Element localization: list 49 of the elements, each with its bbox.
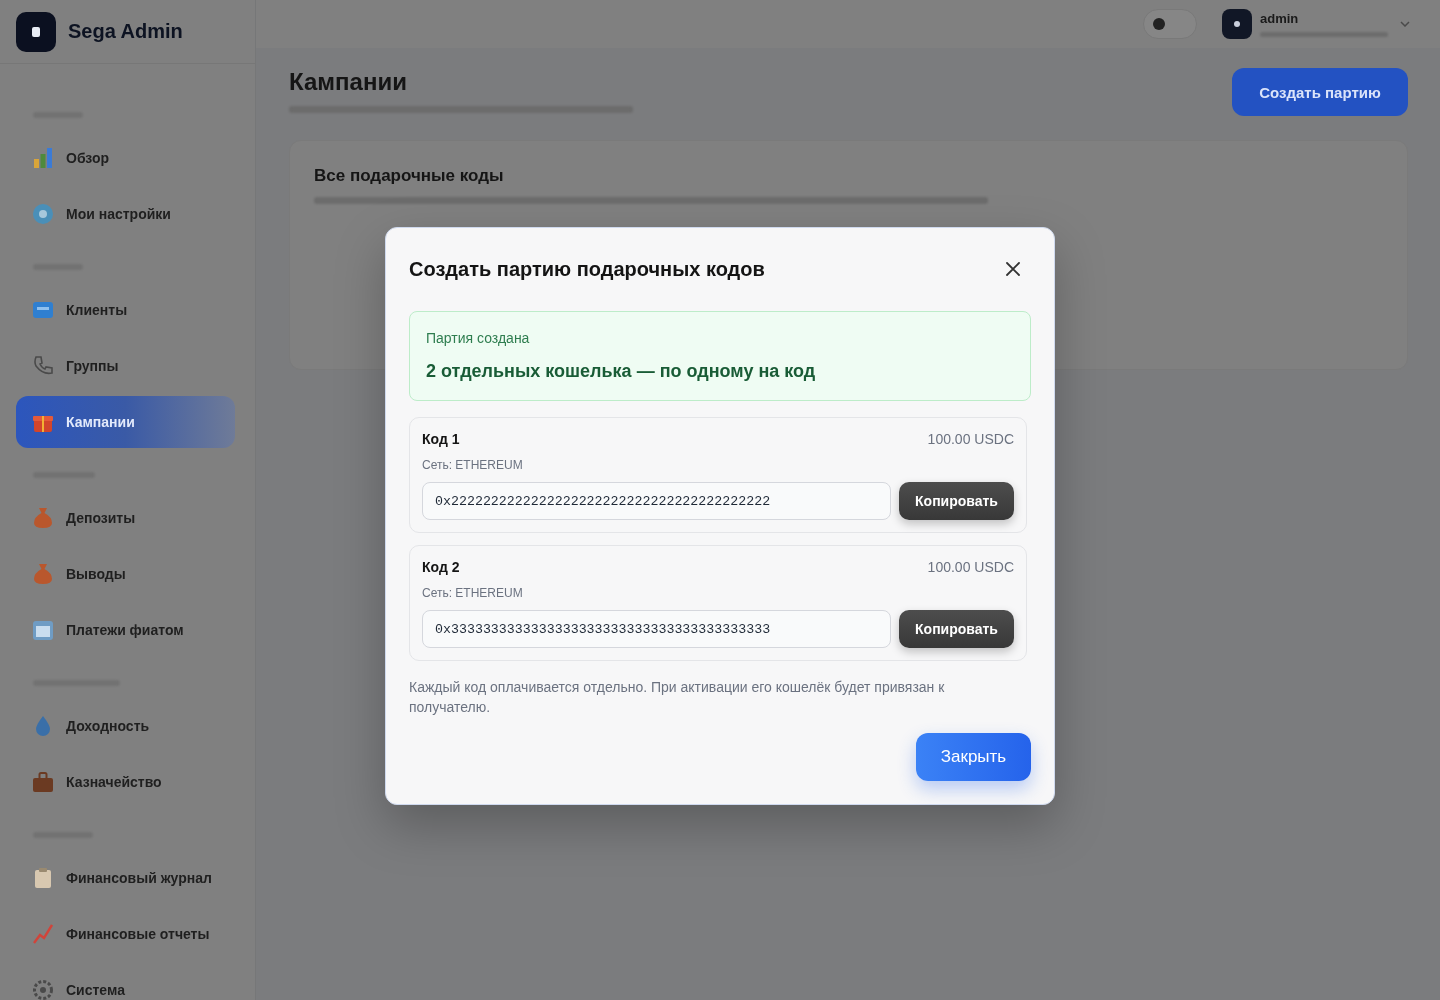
gear-icon xyxy=(33,980,53,1000)
nav-item[interactable]: Казначейство xyxy=(16,756,235,808)
modal-title: Создать партию подарочных кодов xyxy=(409,257,765,281)
nav-item[interactable]: Платежи фиатом xyxy=(16,604,235,656)
nav-item[interactable]: Доходность xyxy=(16,700,235,752)
nav-item[interactable]: Кампании xyxy=(16,396,235,448)
copy-button[interactable]: Копировать xyxy=(899,610,1014,648)
nav-item[interactable]: Клиенты xyxy=(16,284,235,336)
droplet-icon xyxy=(33,716,53,736)
line-chart-icon xyxy=(33,924,53,944)
network-label: Сеть: ETHEREUM xyxy=(422,457,523,473)
card-title: Все подарочные коды xyxy=(314,165,504,187)
gear-icon xyxy=(33,204,53,224)
nav-item[interactable]: Выводы xyxy=(16,548,235,600)
code-title: Код 1 xyxy=(422,430,460,449)
nav-item[interactable]: Обзор xyxy=(16,132,235,184)
briefcase-icon xyxy=(33,772,53,792)
address-field[interactable]: 0x2222222222222222222222222222222222222222 xyxy=(422,482,891,520)
money-bag-icon xyxy=(33,564,53,584)
nav-item[interactable]: Финансовые отчеты xyxy=(16,908,235,960)
nav-item[interactable]: Мои настройки xyxy=(16,188,235,240)
close-modal-button[interactable]: Закрыть xyxy=(916,733,1031,781)
nav-item[interactable]: Группы xyxy=(16,340,235,392)
money-bag-icon xyxy=(33,508,53,528)
success-message: 2 отдельных кошелька — по одному на код xyxy=(426,360,816,383)
nav-item[interactable]: Система xyxy=(16,964,235,1000)
copy-button[interactable]: Копировать xyxy=(899,482,1014,520)
bar-chart-icon xyxy=(33,148,53,168)
nav-item[interactable]: Депозиты xyxy=(16,492,235,544)
phone-icon xyxy=(33,356,53,376)
code-title: Код 2 xyxy=(422,558,460,577)
success-label: Партия создана xyxy=(426,329,530,348)
theme-toggle[interactable] xyxy=(1143,9,1197,39)
address-field[interactable]: 0x3333333333333333333333333333333333333333 xyxy=(422,610,891,648)
nav-item[interactable]: Финансовый журнал xyxy=(16,852,235,904)
clipboard-icon xyxy=(33,868,53,888)
create-batch-button[interactable]: Создать партию xyxy=(1232,68,1408,116)
calendar-icon xyxy=(33,620,53,640)
code-amount: 100.00 USDC xyxy=(927,558,1014,577)
modal-note: Каждый код оплачивается отдельно. При активации его кошелёк будет привязан к получателю. xyxy=(409,678,946,717)
avatar-icon xyxy=(1222,9,1252,39)
page-title: Кампании xyxy=(289,68,407,96)
user-name: admin xyxy=(1260,11,1299,26)
id-card-icon xyxy=(33,300,53,320)
close-icon xyxy=(1006,262,1020,276)
network-label: Сеть: ETHEREUM xyxy=(422,585,523,601)
code-amount: 100.00 USDC xyxy=(927,430,1014,449)
logo-icon xyxy=(16,11,56,52)
brand-name: Sega Admin xyxy=(68,20,183,43)
